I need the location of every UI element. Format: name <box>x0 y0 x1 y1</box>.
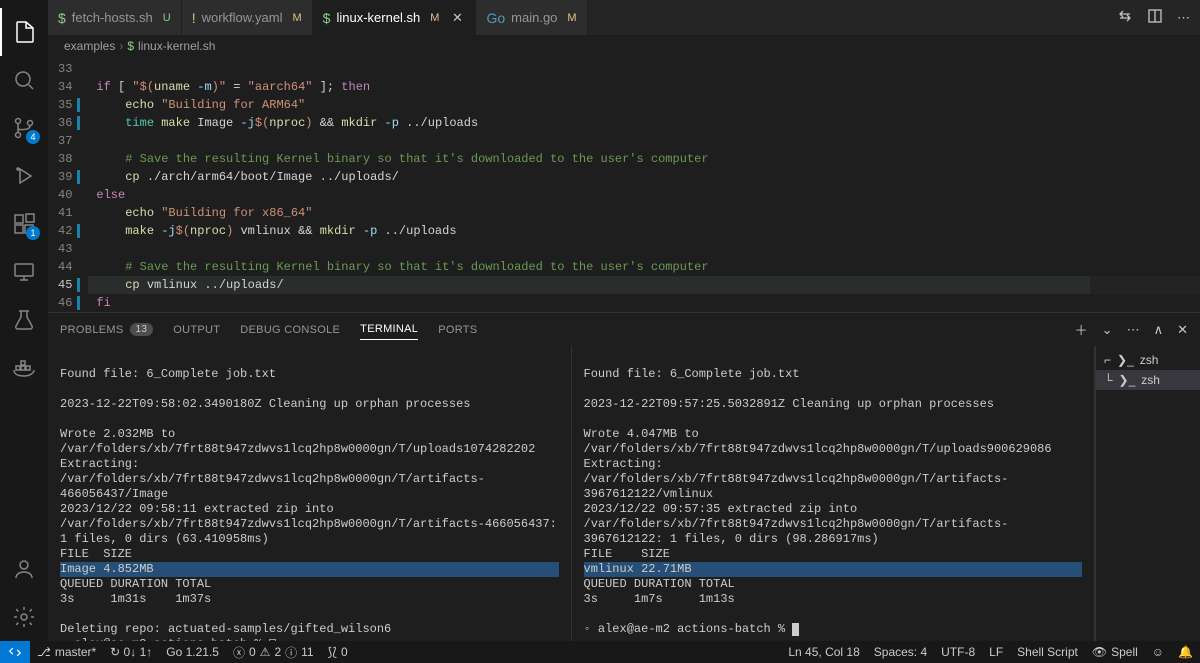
activity-remote[interactable] <box>0 248 48 296</box>
highlighted-line: vmlinux 22.71MB <box>584 562 1083 577</box>
panel-maximize-icon[interactable]: ∧ <box>1154 322 1164 338</box>
terminal-list: ⌐ ❯_ zsh └ ❯_ zsh <box>1095 346 1200 641</box>
status-notifications[interactable]: 🔔 <box>1171 641 1200 663</box>
editor-code[interactable]: if [ "$(uname -m)" = "aarch64" ]; then e… <box>88 57 1200 312</box>
activity-bar: 4 1 <box>0 0 48 641</box>
terminal-list-item[interactable]: ⌐ ❯_ zsh <box>1096 350 1200 370</box>
panel-tab-terminal[interactable]: TERMINAL <box>360 319 418 340</box>
panel-tab-problems[interactable]: PROBLEMS 13 <box>60 319 153 340</box>
tab-git-status: U <box>163 12 171 24</box>
split-indicator-icon: ⌐ <box>1104 353 1111 367</box>
problems-badge: 13 <box>130 323 154 336</box>
status-spell[interactable]: 👁 Spell <box>1085 641 1145 663</box>
more-actions-icon[interactable]: ⋯ <box>1177 10 1190 26</box>
close-icon[interactable]: ✕ <box>449 10 465 26</box>
editor-tab[interactable]: $ linux-kernel.sh M ✕ <box>313 0 477 35</box>
terminal-pane-right[interactable]: Found file: 6_Complete job.txt 2023-12-2… <box>572 346 1096 641</box>
status-branch[interactable]: ⎇ master* <box>30 641 103 663</box>
terminal-dropdown-icon[interactable]: ⌄ <box>1102 322 1113 338</box>
feedback-icon: ☺ <box>1152 645 1164 659</box>
status-diagnostics[interactable]: ⓧ0 ⚠2 ⓘ11 <box>226 641 321 663</box>
panel-more-icon[interactable]: ⋯ <box>1127 322 1140 338</box>
scm-badge: 4 <box>26 130 40 144</box>
editor-tab[interactable]: Go main.go M <box>476 0 587 35</box>
branch-icon: ⎇ <box>37 645 51 659</box>
file-type-icon: $ <box>58 10 66 26</box>
split-editor-icon[interactable] <box>1147 8 1163 27</box>
tabs-bar: $ fetch-hosts.sh U! workflow.yaml M $ linux-ke… <box>48 0 1200 35</box>
activity-search[interactable] <box>0 56 48 104</box>
activity-account[interactable] <box>0 545 48 593</box>
activity-explorer[interactable] <box>0 8 48 56</box>
tab-filename: linux-kernel.sh <box>336 10 420 25</box>
editor-tab[interactable]: $ fetch-hosts.sh U <box>48 0 182 35</box>
file-type-icon: ! <box>192 10 196 26</box>
status-sync[interactable]: ↻ 0↓ 1↑ <box>103 641 159 663</box>
tab-git-status: M <box>430 12 439 24</box>
highlighted-line: Image 4.852MB <box>60 562 559 577</box>
terminal-icon: ❯_ <box>1117 353 1134 367</box>
terminal-pane-left[interactable]: Found file: 6_Complete job.txt 2023-12-2… <box>48 346 572 641</box>
new-terminal-icon[interactable]: ＋ <box>1075 320 1088 339</box>
status-indentation[interactable]: Spaces: 4 <box>867 641 934 663</box>
status-bar: ⎇ master* ↻ 0↓ 1↑ Go 1.21.5 ⓧ0 ⚠2 ⓘ11 ⟆⟅… <box>0 641 1200 663</box>
tab-git-status: M <box>293 12 302 24</box>
activity-extensions[interactable]: 1 <box>0 200 48 248</box>
minimap[interactable] <box>1090 57 1200 312</box>
file-type-icon: Go <box>486 10 505 26</box>
eye-icon: 👁 <box>1092 645 1107 659</box>
status-ports[interactable]: ⟆⟅0 <box>321 641 355 663</box>
breadcrumb[interactable]: examples › $ linux-kernel.sh <box>48 35 1200 57</box>
tab-filename: fetch-hosts.sh <box>72 10 153 25</box>
info-icon: ⓘ <box>285 644 297 661</box>
split-indicator-icon: └ <box>1104 373 1113 387</box>
warning-icon: ⚠ <box>260 645 271 659</box>
tab-filename: main.go <box>511 10 557 25</box>
status-encoding[interactable]: UTF-8 <box>934 641 982 663</box>
extensions-badge: 1 <box>26 226 40 240</box>
terminal-list-item[interactable]: └ ❯_ zsh <box>1096 370 1200 390</box>
tab-filename: workflow.yaml <box>202 10 283 25</box>
panel-close-icon[interactable]: ✕ <box>1177 322 1188 338</box>
activity-settings[interactable] <box>0 593 48 641</box>
panel-tab-ports[interactable]: PORTS <box>438 320 477 340</box>
status-remote[interactable] <box>0 641 30 663</box>
activity-testing[interactable] <box>0 296 48 344</box>
editor-tab[interactable]: ! workflow.yaml M <box>182 0 313 35</box>
antenna-icon: ⟆⟅ <box>328 645 337 659</box>
activity-source-control[interactable]: 4 <box>0 104 48 152</box>
status-eol[interactable]: LF <box>982 641 1010 663</box>
status-go-version[interactable]: Go 1.21.5 <box>159 641 226 663</box>
bell-icon: 🔔 <box>1178 645 1193 659</box>
bottom-panel: PROBLEMS 13 OUTPUT DEBUG CONSOLE TERMINA… <box>48 312 1200 641</box>
compare-changes-icon[interactable] <box>1117 8 1133 27</box>
breadcrumb-segment[interactable]: linux-kernel.sh <box>138 39 215 53</box>
error-icon: ⓧ <box>233 644 245 661</box>
tab-git-status: M <box>567 12 576 24</box>
status-language[interactable]: Shell Script <box>1010 641 1085 663</box>
status-feedback[interactable]: ☺ <box>1145 641 1171 663</box>
terminal-icon: ❯_ <box>1119 373 1136 387</box>
panel-tab-output[interactable]: OUTPUT <box>173 320 220 340</box>
editor-gutter: 333435363738394041424344454647 <box>48 57 88 312</box>
cursor-icon <box>792 623 799 636</box>
file-type-icon: $ <box>323 10 331 26</box>
activity-debug[interactable] <box>0 152 48 200</box>
status-cursor-position[interactable]: Ln 45, Col 18 <box>781 641 866 663</box>
file-icon: $ <box>127 39 134 53</box>
editor[interactable]: 333435363738394041424344454647 if [ "$(u… <box>48 57 1200 312</box>
panel-tab-debug-console[interactable]: DEBUG CONSOLE <box>240 320 340 340</box>
breadcrumb-segment[interactable]: examples <box>64 39 115 53</box>
chevron-right-icon: › <box>119 39 123 53</box>
activity-docker[interactable] <box>0 344 48 392</box>
